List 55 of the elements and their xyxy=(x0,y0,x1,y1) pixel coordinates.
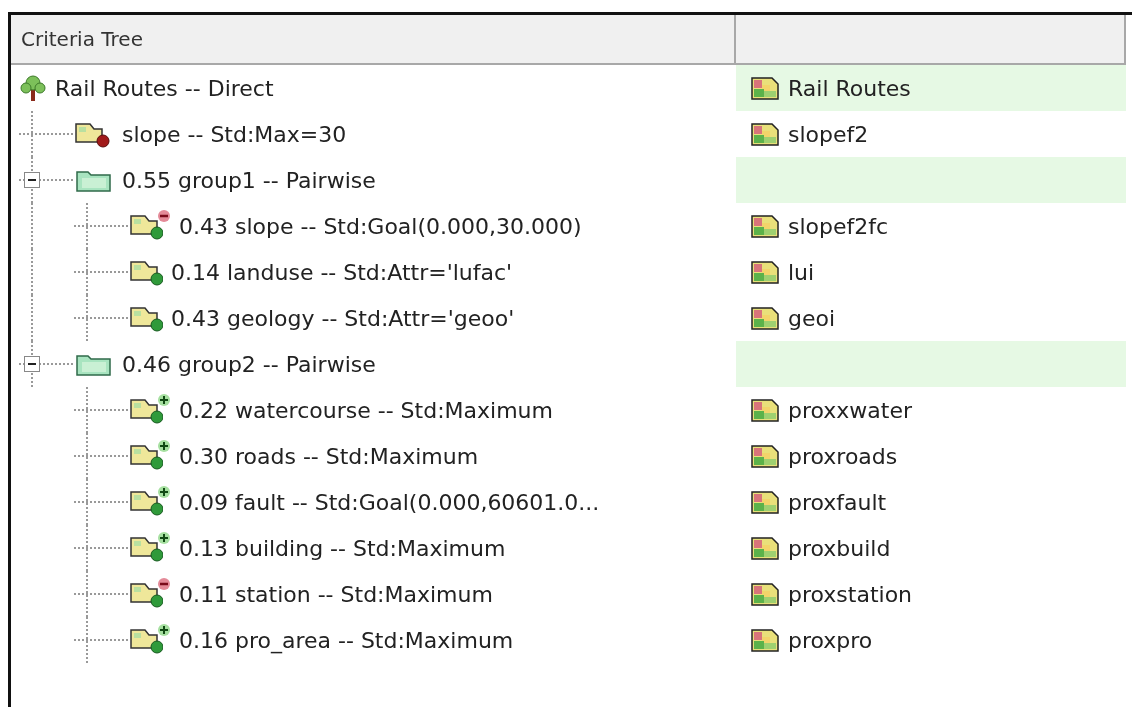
layer-name: slopef2 xyxy=(788,121,869,147)
raster-layer-icon xyxy=(750,121,780,147)
layer-ball-icon xyxy=(129,212,163,240)
layer-name: proxpro xyxy=(788,627,873,653)
raster-layer-icon xyxy=(750,627,780,653)
layer-name: slopef2fc xyxy=(788,213,889,239)
tree-item-label[interactable]: 0.11 station -- Std:Maximum xyxy=(179,581,493,607)
layer-name: lui xyxy=(788,259,815,285)
raster-layer-icon xyxy=(750,535,780,561)
minus-sign-icon xyxy=(157,577,171,591)
tree-item-label[interactable]: 0.09 fault -- Std:Goal(0.000,60601.0... xyxy=(179,489,600,515)
tree-item-label[interactable]: 0.43 geology -- Std:Attr='geoo' xyxy=(171,305,515,331)
raster-layer-icon xyxy=(750,213,780,239)
raster-layer-icon xyxy=(750,443,780,469)
layer-name: proxroads xyxy=(788,443,898,469)
plus-sign-icon xyxy=(157,439,171,453)
layer-ball-icon xyxy=(129,258,163,286)
raster-layer-icon xyxy=(750,581,780,607)
tree-item-label[interactable]: Rail Routes -- Direct xyxy=(55,75,274,101)
tree-item-label[interactable]: 0.30 roads -- Std:Maximum xyxy=(179,443,479,469)
plus-sign-icon xyxy=(157,485,171,499)
tree-item-label[interactable]: 0.16 pro_area -- Std:Maximum xyxy=(179,627,514,653)
layer-name: proxstation xyxy=(788,581,913,607)
raster-layer-icon xyxy=(750,397,780,423)
plus-sign-icon xyxy=(157,393,171,407)
tree-item-label[interactable]: 0.43 slope -- Std:Goal(0.000,30.000) xyxy=(179,213,582,239)
tree-icon xyxy=(19,74,47,102)
layer-ball-icon xyxy=(129,396,163,424)
collapse-toggle[interactable] xyxy=(24,356,40,372)
tree-item-label[interactable]: 0.22 watercourse -- Std:Maximum xyxy=(179,397,553,423)
layer-name: proxxwater xyxy=(788,397,913,423)
tree-item-label[interactable]: 0.14 landuse -- Std:Attr='lufac' xyxy=(171,259,513,285)
raster-layer-icon xyxy=(750,305,780,331)
column-header[interactable]: Criteria Tree xyxy=(11,15,736,65)
layer-name: proxbuild xyxy=(788,535,891,561)
plus-sign-icon xyxy=(157,531,171,545)
raster-layer-icon xyxy=(750,489,780,515)
minus-sign-icon xyxy=(157,209,171,223)
raster-layer-icon xyxy=(750,75,780,101)
tree-item-label[interactable]: slope -- Std:Max=30 xyxy=(122,121,347,147)
layer-ball-icon xyxy=(129,304,163,332)
collapse-toggle[interactable] xyxy=(24,172,40,188)
layer-ball-icon xyxy=(129,534,163,562)
tree-item-label[interactable]: 0.46 group2 -- Pairwise xyxy=(122,351,376,377)
layer-ball-icon xyxy=(129,442,163,470)
raster-layer-icon xyxy=(750,259,780,285)
layer-ball-icon xyxy=(129,626,163,654)
layer-ball-icon xyxy=(129,488,163,516)
tree-item-label[interactable]: 0.13 building -- Std:Maximum xyxy=(179,535,506,561)
layer-name: proxfault xyxy=(788,489,887,515)
layer-name: geoi xyxy=(788,305,836,331)
layer-name: Rail Routes xyxy=(788,75,911,101)
tree-item-label[interactable]: 0.55 group1 -- Pairwise xyxy=(122,167,376,193)
layer-ball-icon xyxy=(129,580,163,608)
plus-sign-icon xyxy=(157,623,171,637)
